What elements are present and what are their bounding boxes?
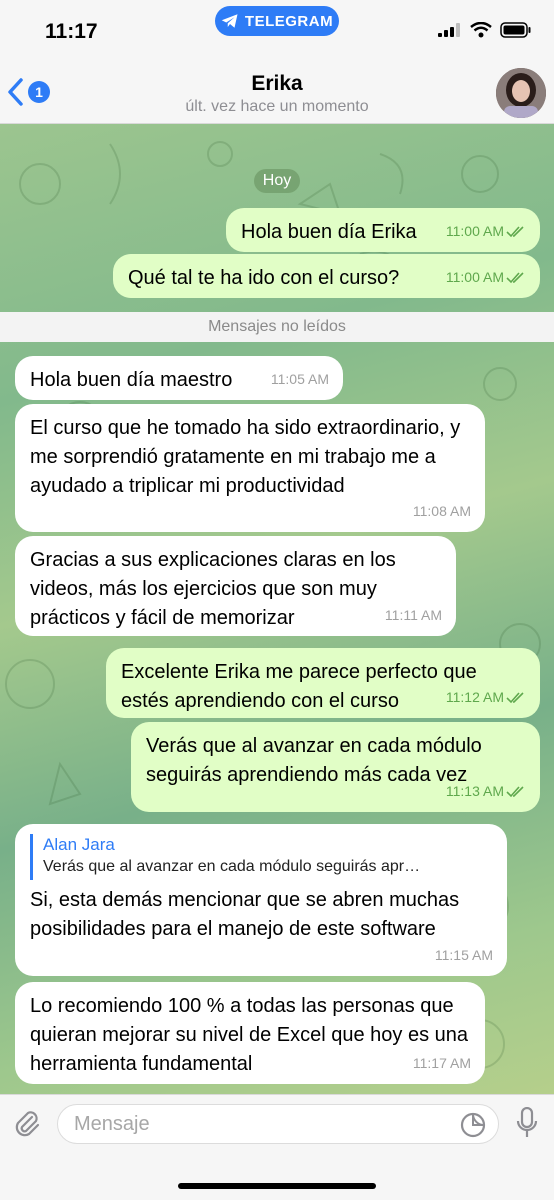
telegram-icon bbox=[221, 14, 238, 28]
message-time: 11:17 AM bbox=[412, 1055, 471, 1071]
avatar-photo bbox=[496, 68, 546, 118]
microphone-icon bbox=[516, 1106, 538, 1137]
double-check-icon bbox=[506, 785, 524, 797]
message-input-bar bbox=[0, 1094, 554, 1200]
chat-area[interactable]: Hoy Hola buen día Erika 11:00 AM Qué tal… bbox=[0, 124, 554, 1094]
telegram-pill-label: TELEGRAM bbox=[244, 12, 334, 30]
message-time: 11:00 AM bbox=[445, 269, 504, 285]
double-check-icon bbox=[506, 691, 524, 703]
status-time: 11:17 bbox=[45, 20, 98, 43]
message-input[interactable] bbox=[74, 1113, 434, 1136]
reply-snippet: Verás que al avanzar en cada módulo segu… bbox=[43, 858, 421, 875]
message-meta: 11:15 AM bbox=[435, 941, 493, 970]
reply-quote[interactable]: Alan Jara Verás que al avanzar en cada m… bbox=[30, 834, 492, 880]
signal-icon bbox=[438, 23, 460, 37]
reply-author: Alan Jara bbox=[43, 835, 115, 854]
message-text: Gracias a sus explicaciones claras en lo… bbox=[30, 549, 396, 629]
double-check-icon bbox=[506, 271, 524, 283]
incoming-message[interactable]: Lo recomiendo 100 % a todas las personas… bbox=[15, 982, 485, 1084]
outgoing-message[interactable]: Qué tal te ha ido con el curso? 11:00 AM bbox=[113, 254, 540, 298]
message-time: 11:08 AM bbox=[412, 503, 471, 519]
outgoing-message[interactable]: Excelente Erika me parece perfecto que e… bbox=[106, 648, 540, 718]
battery-icon bbox=[500, 22, 531, 38]
incoming-message[interactable]: Hola buen día maestro 11:05 AM bbox=[15, 356, 343, 400]
outgoing-message[interactable]: Verás que al avanzar en cada módulo segu… bbox=[131, 722, 540, 812]
message-time: 11:05 AM bbox=[270, 371, 329, 387]
status-icons bbox=[438, 22, 532, 38]
double-check-icon bbox=[506, 225, 524, 237]
message-text: El curso que he tomado ha sido extraordi… bbox=[30, 417, 461, 497]
sticker-icon bbox=[460, 1112, 486, 1138]
paperclip-icon bbox=[15, 1111, 40, 1137]
message-meta: 11:11 AM bbox=[385, 601, 442, 630]
message-time: 11:15 AM bbox=[434, 947, 493, 963]
sticker-button[interactable] bbox=[460, 1112, 486, 1143]
unread-messages-divider: Mensajes no leídos bbox=[0, 312, 554, 342]
message-meta: 11:17 AM bbox=[413, 1049, 471, 1078]
contact-last-seen: últ. vez hace un momento bbox=[185, 98, 369, 115]
message-field[interactable] bbox=[57, 1104, 499, 1144]
message-meta: 11:00 AM bbox=[446, 263, 526, 292]
outgoing-message[interactable]: Hola buen día Erika 11:00 AM bbox=[226, 208, 540, 252]
avatar[interactable] bbox=[496, 68, 546, 118]
chat-header: 1 Erika últ. vez hace un momento bbox=[0, 58, 554, 124]
message-time: 11:00 AM bbox=[445, 223, 504, 239]
message-time: 11:11 AM bbox=[384, 607, 442, 623]
telegram-pill[interactable]: TELEGRAM bbox=[215, 6, 339, 36]
message-meta: 11:13 AM bbox=[446, 777, 526, 806]
incoming-message[interactable]: El curso que he tomado ha sido extraordi… bbox=[15, 404, 485, 532]
wifi-icon bbox=[470, 22, 492, 38]
message-time: 11:13 AM bbox=[445, 783, 504, 799]
message-meta: 11:08 AM bbox=[413, 497, 471, 526]
message-text: Lo recomiendo 100 % a todas las personas… bbox=[30, 995, 469, 1075]
message-time: 11:12 AM bbox=[445, 689, 504, 705]
message-meta: 11:05 AM bbox=[271, 365, 329, 394]
message-text: Si, esta demás mencionar que se abren mu… bbox=[30, 889, 460, 940]
voice-record-button[interactable] bbox=[516, 1106, 538, 1144]
message-meta: 11:00 AM bbox=[446, 217, 526, 246]
status-bar: 11:17 TELEGRAM bbox=[0, 0, 554, 58]
home-indicator bbox=[178, 1183, 376, 1189]
incoming-message-reply[interactable]: Alan Jara Verás que al avanzar en cada m… bbox=[15, 824, 507, 976]
contact-name[interactable]: Erika bbox=[0, 72, 554, 96]
date-separator: Hoy bbox=[254, 169, 300, 193]
attach-button[interactable] bbox=[12, 1109, 42, 1144]
incoming-message[interactable]: Gracias a sus explicaciones claras en lo… bbox=[15, 536, 456, 636]
message-meta: 11:12 AM bbox=[446, 683, 526, 712]
